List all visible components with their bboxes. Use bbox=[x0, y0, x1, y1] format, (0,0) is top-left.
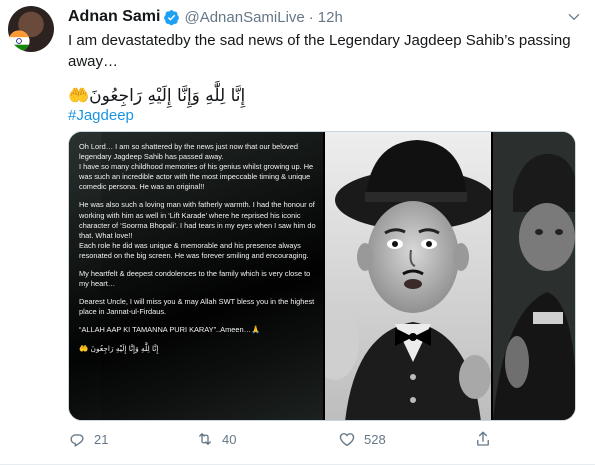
note-paragraph: My heartfelt & deepest condolences to th… bbox=[79, 269, 311, 289]
like-icon bbox=[339, 433, 355, 447]
media-attachment[interactable]: Oh Lord… I am so shattered by the news j… bbox=[68, 131, 576, 421]
user-handle[interactable]: @AdnanSamiLive bbox=[184, 9, 304, 26]
separator-dot: · bbox=[308, 8, 314, 26]
condolence-note: Oh Lord… I am so shattered by the news j… bbox=[79, 142, 317, 362]
tweet-arabic-text: إِنَّا لِلَّٰهِ وَإِنَّا إِلَيْهِ رَاجِع… bbox=[68, 86, 246, 106]
reply-count: 21 bbox=[94, 431, 109, 447]
note-paragraph: He was also such a loving man with fathe… bbox=[79, 200, 316, 260]
reply-icon bbox=[70, 434, 84, 447]
tweet-header: Adnan Sami @AdnanSamiLive · 12h bbox=[68, 7, 343, 27]
tweet-actions: 21 40 528 bbox=[68, 428, 548, 450]
note-paragraph: Dearest Uncle, I will miss you & may All… bbox=[79, 297, 315, 317]
film-still-illustration bbox=[493, 132, 575, 420]
india-flag-badge-icon bbox=[8, 30, 30, 52]
media-film-still-photo bbox=[493, 132, 575, 420]
tweet-text: I am devastatedby the sad news of the Le… bbox=[68, 32, 571, 70]
media-text-panel: Oh Lord… I am so shattered by the news j… bbox=[69, 132, 323, 420]
chevron-down-icon[interactable] bbox=[567, 10, 581, 24]
reply-button[interactable]: 21 bbox=[68, 428, 108, 450]
verified-icon bbox=[164, 9, 180, 25]
like-button[interactable]: 528 bbox=[338, 428, 386, 450]
avatar[interactable] bbox=[8, 6, 54, 52]
note-arabic-line: إِنَّا لِلَّٰهِ وَإِنَّا إِلَيْهِ رَاجِع… bbox=[79, 343, 159, 353]
share-icon bbox=[477, 431, 489, 446]
tweet-card[interactable]: Adnan Sami @AdnanSamiLive · 12h I am dev… bbox=[0, 0, 595, 465]
retweet-button[interactable]: 40 bbox=[196, 428, 236, 450]
share-button[interactable] bbox=[474, 428, 500, 450]
note-paragraph: “ALLAH AAP KI TAMANNA PURI KARAY”..Ameen… bbox=[79, 325, 261, 335]
portrait-illustration bbox=[325, 132, 491, 420]
display-name[interactable]: Adnan Sami bbox=[68, 8, 160, 26]
retweet-icon bbox=[199, 433, 211, 445]
like-count: 528 bbox=[364, 431, 386, 447]
tweet-timestamp[interactable]: 12h bbox=[318, 9, 343, 26]
media-portrait-photo bbox=[325, 132, 491, 420]
retweet-count: 40 bbox=[222, 431, 237, 447]
hashtag-link[interactable]: #Jagdeep bbox=[68, 107, 134, 124]
note-paragraph: Oh Lord… I am so shattered by the news j… bbox=[79, 142, 314, 192]
